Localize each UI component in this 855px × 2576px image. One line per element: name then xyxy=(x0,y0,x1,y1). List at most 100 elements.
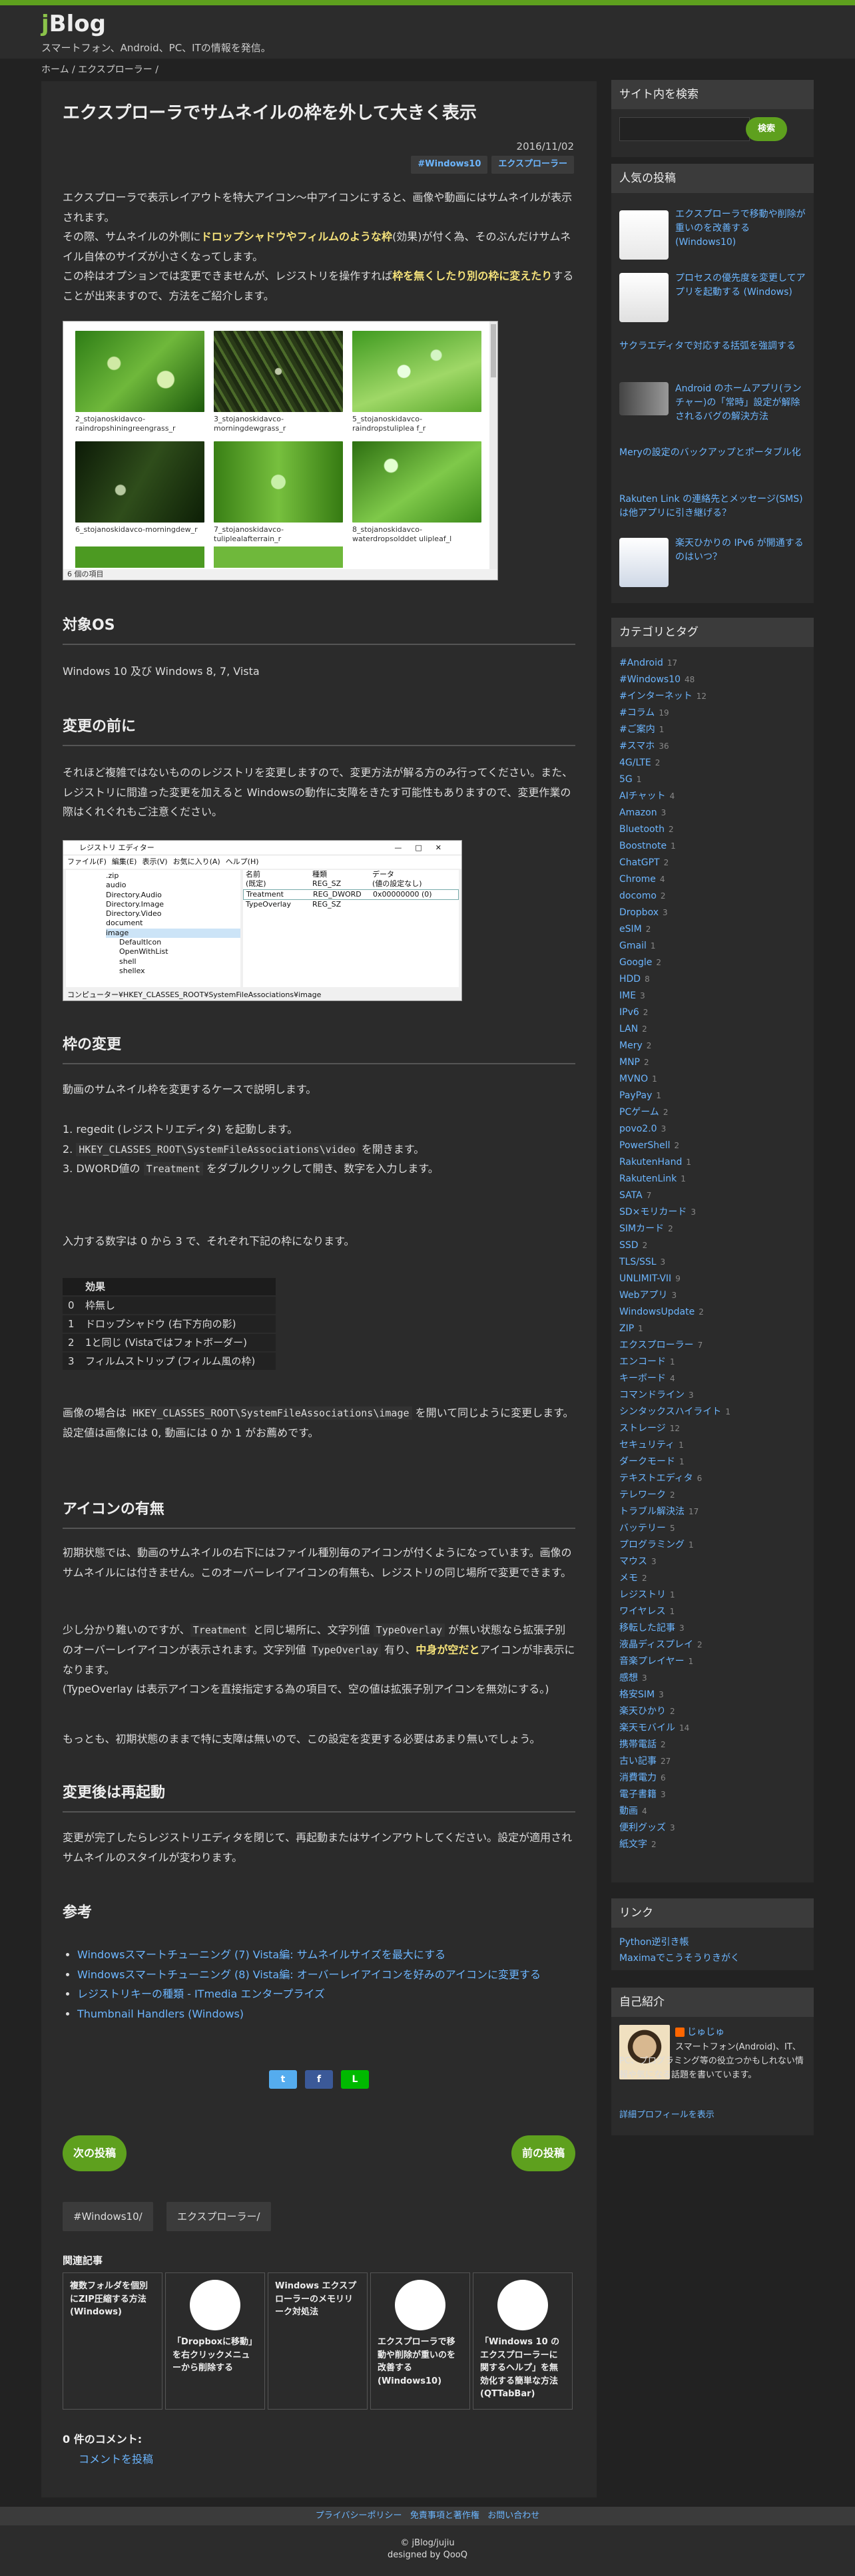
popular-post-link[interactable]: 楽天ひかりの IPv6 が開通するのはいつ？ xyxy=(675,537,806,564)
category-item[interactable]: 格安SIM 3 xyxy=(619,1687,806,1703)
category-link[interactable]: 5G xyxy=(619,774,633,785)
category-link[interactable]: Chrome xyxy=(619,874,656,885)
category-link[interactable]: AIチャット xyxy=(619,791,666,801)
category-link[interactable]: #コラム xyxy=(619,708,655,718)
category-item[interactable]: キーボード 4 xyxy=(619,1371,806,1387)
category-link[interactable]: 古い記事 xyxy=(619,1756,657,1767)
menu-favorites[interactable]: お気に入り(A) xyxy=(173,855,220,869)
related-card[interactable]: 「Dropboxに移動」を右クリックメニューから削除する xyxy=(165,2272,265,2410)
category-link[interactable]: LAN xyxy=(619,1024,638,1034)
popular-post-link[interactable]: サクラエディタで対応する括弧を強調する xyxy=(619,339,806,353)
category-link[interactable]: PayPay xyxy=(619,1090,652,1101)
reference-link[interactable]: レジストリキーの種類 - ITmedia エンタープライズ xyxy=(77,1988,325,2000)
category-link[interactable]: コマンドライン xyxy=(619,1390,685,1400)
category-link[interactable]: バッテリー xyxy=(619,1523,666,1534)
category-item[interactable]: RakutenLink 1 xyxy=(619,1171,806,1187)
category-link[interactable]: Dropbox xyxy=(619,907,659,918)
category-item[interactable]: 液晶ディスプレイ 2 xyxy=(619,1637,806,1653)
popular-post-link[interactable]: エクスプローラで移動や削除が重いのを改善する (Windows10) xyxy=(675,208,806,250)
category-item[interactable]: 楽天ひかり 2 xyxy=(619,1703,806,1720)
category-link[interactable]: ダークモード xyxy=(619,1456,675,1467)
category-link[interactable]: PCゲーム xyxy=(619,1107,659,1118)
category-link[interactable]: #スマホ xyxy=(619,741,655,751)
explorer-scrollbar[interactable] xyxy=(489,322,497,569)
category-link[interactable]: 音楽プレイヤー xyxy=(619,1656,685,1667)
search-input[interactable] xyxy=(619,117,750,141)
category-link[interactable]: Mery xyxy=(619,1040,643,1051)
reference-link[interactable]: Windowsスマートチューニング (8) Vista編: オーバーレイアイコン… xyxy=(77,1968,541,1981)
tree-node[interactable]: Directory.Audio xyxy=(106,891,240,900)
category-link[interactable]: 楽天ひかり xyxy=(619,1706,666,1717)
category-item[interactable]: PCゲーム 2 xyxy=(619,1104,806,1121)
category-link[interactable]: マウス xyxy=(619,1556,647,1567)
category-link[interactable]: HDD xyxy=(619,974,641,984)
category-link[interactable]: ストレージ xyxy=(619,1423,666,1434)
category-link[interactable]: 4G/LTE xyxy=(619,757,651,768)
category-link[interactable]: Amazon xyxy=(619,807,657,818)
related-card[interactable]: 複数フォルダを個別にZIP圧縮する方法 (Windows) xyxy=(63,2272,162,2410)
popular-post-link[interactable]: Rakuten Link の連絡先とメッセージ(SMS)は他アプリに引き継げる？ xyxy=(619,493,806,521)
category-item[interactable]: 楽天モバイル 14 xyxy=(619,1720,806,1737)
category-item[interactable]: PowerShell 2 xyxy=(619,1138,806,1154)
profile-name[interactable]: じゅじゅ xyxy=(675,2025,724,2039)
category-link[interactable]: RakutenLink xyxy=(619,1174,677,1184)
menu-file[interactable]: ファイル(F) xyxy=(67,855,107,869)
category-link[interactable]: 楽天モバイル xyxy=(619,1723,675,1733)
category-item[interactable]: #Android 17 xyxy=(619,655,806,672)
category-item[interactable]: ワイヤレス 1 xyxy=(619,1604,806,1620)
category-link[interactable]: 移転した記事 xyxy=(619,1623,675,1633)
tree-node[interactable]: .zip xyxy=(106,871,240,881)
breadcrumb[interactable]: ホーム / エクスプローラー / xyxy=(41,63,158,77)
category-item[interactable]: シンタックスハイライト 1 xyxy=(619,1404,806,1420)
link-python[interactable]: Python逆引き帳 xyxy=(619,1936,806,1950)
category-item[interactable]: #インターネット 12 xyxy=(619,688,806,705)
reference-link[interactable]: Thumbnail Handlers (Windows) xyxy=(77,2008,244,2020)
menu-view[interactable]: 表示(V) xyxy=(142,855,167,869)
category-item[interactable]: 4G/LTE 2 xyxy=(619,755,806,771)
value-row[interactable]: TypeOverlay REG_SZ xyxy=(243,900,459,909)
category-item[interactable]: トラブル解決法 17 xyxy=(619,1504,806,1520)
category-item[interactable]: エクスプローラー 7 xyxy=(619,1337,806,1354)
category-item[interactable]: LAN 2 xyxy=(619,1021,806,1038)
category-item[interactable]: 感想 3 xyxy=(619,1670,806,1687)
category-link[interactable]: キーボード xyxy=(619,1373,666,1384)
category-item[interactable]: ストレージ 12 xyxy=(619,1420,806,1437)
category-link[interactable]: SIMカード xyxy=(619,1223,664,1234)
category-link[interactable]: TLS/SSL xyxy=(619,1257,657,1267)
share-line-button[interactable]: L xyxy=(341,2070,369,2089)
category-link[interactable]: エクスプローラー xyxy=(619,1340,694,1351)
category-item[interactable]: メモ 2 xyxy=(619,1570,806,1587)
category-item[interactable]: コマンドライン 3 xyxy=(619,1387,806,1404)
category-item[interactable]: プログラミング 1 xyxy=(619,1537,806,1554)
category-link[interactable]: SSD xyxy=(619,1240,639,1251)
category-link[interactable]: IPv6 xyxy=(619,1007,639,1018)
category-item[interactable]: バッテリー 5 xyxy=(619,1520,806,1537)
category-link[interactable]: PowerShell xyxy=(619,1140,670,1151)
category-item[interactable]: 紙文字 2 xyxy=(619,1836,806,1853)
category-link[interactable]: セキュリティ xyxy=(619,1440,675,1450)
category-link[interactable]: UNLIMIT-VII xyxy=(619,1273,671,1284)
category-item[interactable]: Gmail 1 xyxy=(619,938,806,955)
share-facebook-button[interactable]: f xyxy=(305,2070,333,2089)
popular-post-link[interactable]: Android のホームアプリ(ランチャー)の「常時」設定が解除されるバグの解決… xyxy=(675,382,806,424)
category-item[interactable]: Google 2 xyxy=(619,955,806,971)
category-link[interactable]: SD×モリカード xyxy=(619,1207,687,1217)
popular-post-link[interactable]: Meryの設定のバックアップとポータブル化 xyxy=(619,446,806,460)
category-link[interactable]: テレワーク xyxy=(619,1490,666,1500)
category-link[interactable]: テキストエディタ xyxy=(619,1473,693,1484)
tree-node[interactable]: shell xyxy=(106,957,240,966)
category-item[interactable]: テレワーク 2 xyxy=(619,1487,806,1504)
tree-node[interactable]: shellex xyxy=(106,966,240,976)
category-link[interactable]: ChatGPT xyxy=(619,857,660,868)
next-post-button[interactable]: 次の投稿 xyxy=(63,2135,127,2171)
category-item[interactable]: 5G 1 xyxy=(619,771,806,788)
category-item[interactable]: ZIP 1 xyxy=(619,1321,806,1337)
footer-tag-windows10[interactable]: #Windows10/ xyxy=(63,2202,153,2231)
category-link[interactable]: 液晶ディスプレイ xyxy=(619,1639,693,1650)
popular-post-link[interactable]: プロセスの優先度を変更してアプリを起動する (Windows) xyxy=(675,272,806,300)
category-link[interactable]: 感想 xyxy=(619,1673,638,1683)
category-item[interactable]: eSIM 2 xyxy=(619,921,806,938)
share-twitter-button[interactable]: t xyxy=(269,2070,297,2089)
tree-node[interactable]: audio xyxy=(106,881,240,890)
category-item[interactable]: 移転した記事 3 xyxy=(619,1620,806,1637)
